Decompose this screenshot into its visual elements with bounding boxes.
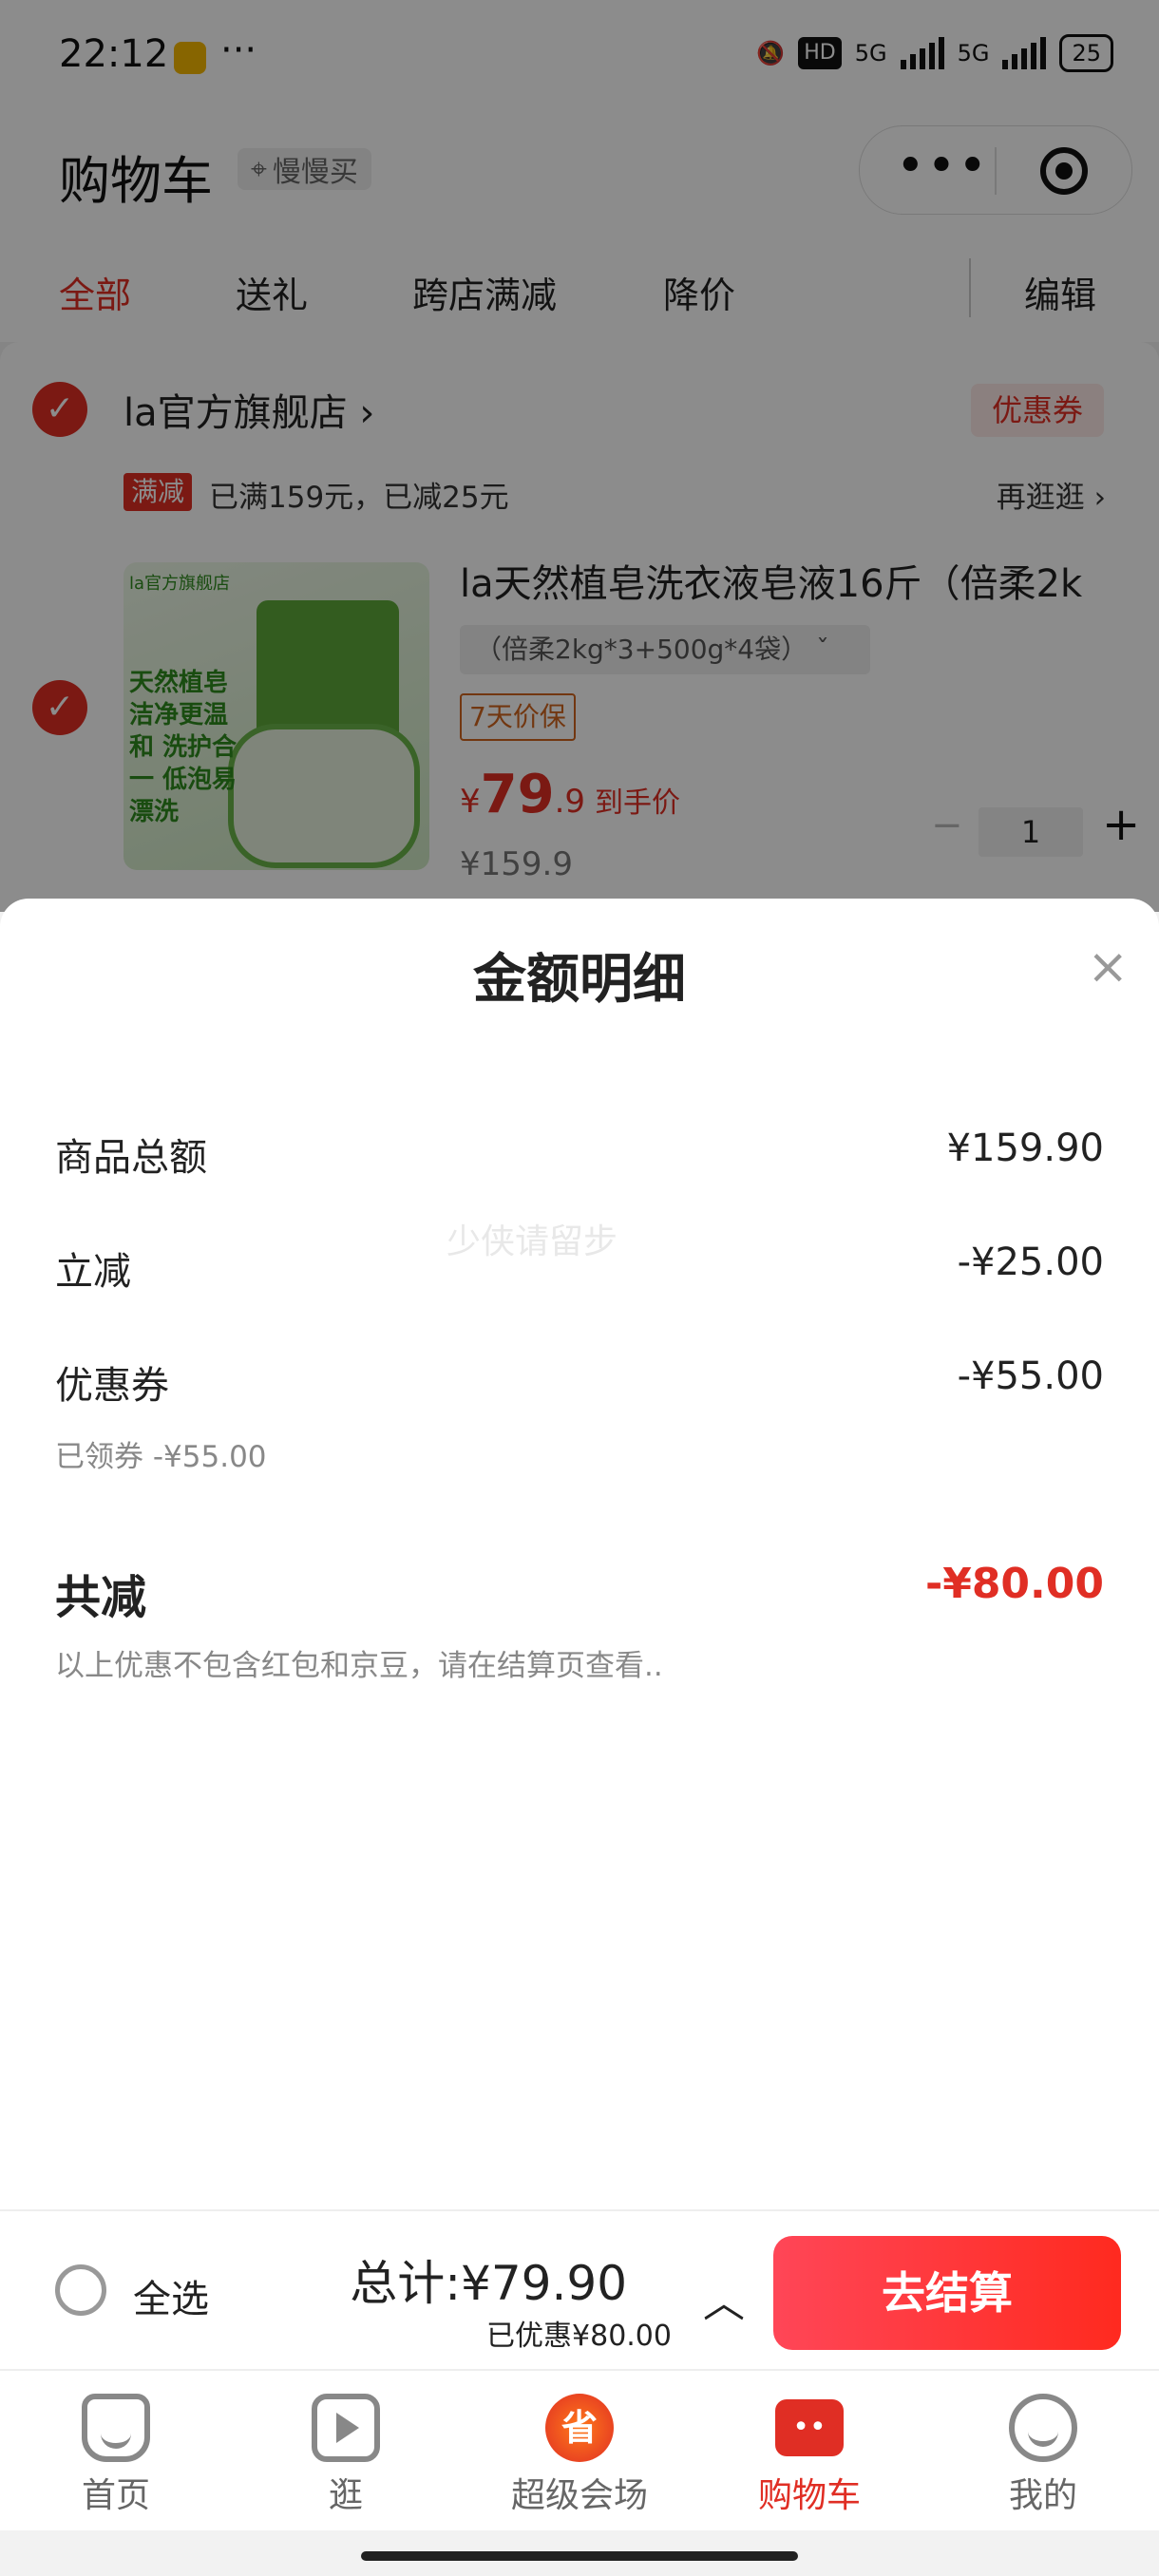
coupon-note: 已领券 -¥55.00 [55,1440,267,1474]
chevron-up-icon[interactable]: ︿ [703,2268,745,2329]
row-label-subtotal: 商品总额 [55,1136,207,1180]
home-icon [82,2394,150,2462]
tabbar-label-me: 我的 [1008,2476,1077,2515]
tabbar-item-browse[interactable]: 逛 [232,2371,460,2532]
play-icon [312,2394,380,2462]
close-icon[interactable]: × [1087,938,1129,995]
watermark: 少侠请留步 [446,1222,618,1261]
tabbar-label-home: 首页 [81,2476,150,2515]
checkout-button[interactable]: 去结算 [773,2236,1121,2350]
row-label-instant-discount: 立减 [55,1250,131,1294]
tabbar-label-cart: 购物车 [757,2476,861,2515]
row-value-instant-discount: -¥25.00 [957,1241,1104,1284]
row-label-coupon: 优惠券 [55,1364,169,1408]
row-value-subtotal: ¥159.90 [946,1127,1104,1170]
cart-icon: •• [775,2399,844,2456]
saved-amount: 已优惠¥80.00 [486,2320,672,2353]
amount-detail-sheet: 金额明细 × 少侠请留步 商品总额 ¥159.90 立减 -¥25.00 优惠券… [0,899,1159,2209]
select-all-radio[interactable] [55,2264,106,2316]
row-value-coupon: -¥55.00 [957,1354,1104,1398]
total-discount-label: 共减 [55,1571,147,1624]
home-gesture-bar[interactable] [361,2551,798,2561]
tabbar-item-home[interactable]: 首页 [2,2371,230,2532]
select-all-label[interactable]: 全选 [133,2268,209,2323]
tabbar-item-cart[interactable]: •• 购物车 [695,2371,923,2532]
tabbar-label-super-venue: 超级会场 [510,2476,648,2515]
discount-footnote: 以上优惠不包含红包和京豆，请在结算页查看.. [55,1649,663,1683]
total-price: 总计:¥79.90 [350,2256,627,2311]
tabbar-item-me[interactable]: 我的 [929,2371,1157,2532]
tabbar-label-browse: 逛 [328,2476,363,2515]
dim-overlay[interactable] [0,0,1159,912]
tabbar-item-super-venue[interactable]: 省 超级会场 [466,2371,694,2532]
face-icon [1009,2394,1077,2462]
total-discount-value: -¥80.00 [924,1560,1104,1608]
brand-icon: 省 [545,2394,614,2462]
sheet-title: 金额明细 [473,949,686,1011]
bottom-tab-bar: 首页 逛 省 超级会场 •• 购物车 我的 [0,2369,1159,2532]
checkout-bar: 全选 总计:¥79.90 已优惠¥80.00 ︿ 去结算 [0,2209,1159,2371]
